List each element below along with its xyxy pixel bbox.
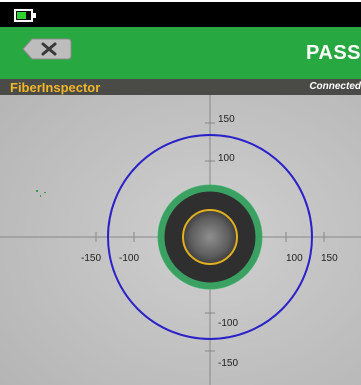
fiber-image: 150 100 -150 -100 100 150 -100 -150 — [0, 95, 361, 385]
tick-label-y-150: 150 — [218, 114, 235, 125]
tick-label-y-neg100: -100 — [218, 318, 238, 329]
pass-result-label: PASS — [306, 42, 361, 64]
back-button[interactable] — [22, 38, 72, 60]
tick-label-x-neg100: -100 — [119, 253, 139, 264]
tick-label-y-neg150: -150 — [218, 358, 238, 369]
tick-label-x-150: 150 — [321, 253, 338, 264]
status-bar — [0, 2, 361, 27]
fiber-inspector-screen: PASS FiberInspector Connected 150 100 -1… — [0, 0, 361, 385]
tick-label-y-100: 100 — [218, 153, 235, 164]
tick-label-x-100: 100 — [286, 253, 303, 264]
fiber-end-face-view: 150 100 -150 -100 100 150 -100 -150 — [0, 95, 361, 385]
battery-tip — [33, 13, 36, 18]
app-title: FiberInspector — [10, 80, 101, 95]
battery-icon — [14, 9, 33, 22]
tick-label-x-neg150: -150 — [81, 253, 101, 264]
battery-level-fill — [17, 12, 26, 19]
back-x-icon — [22, 38, 72, 60]
connection-status: Connected — [309, 81, 361, 92]
